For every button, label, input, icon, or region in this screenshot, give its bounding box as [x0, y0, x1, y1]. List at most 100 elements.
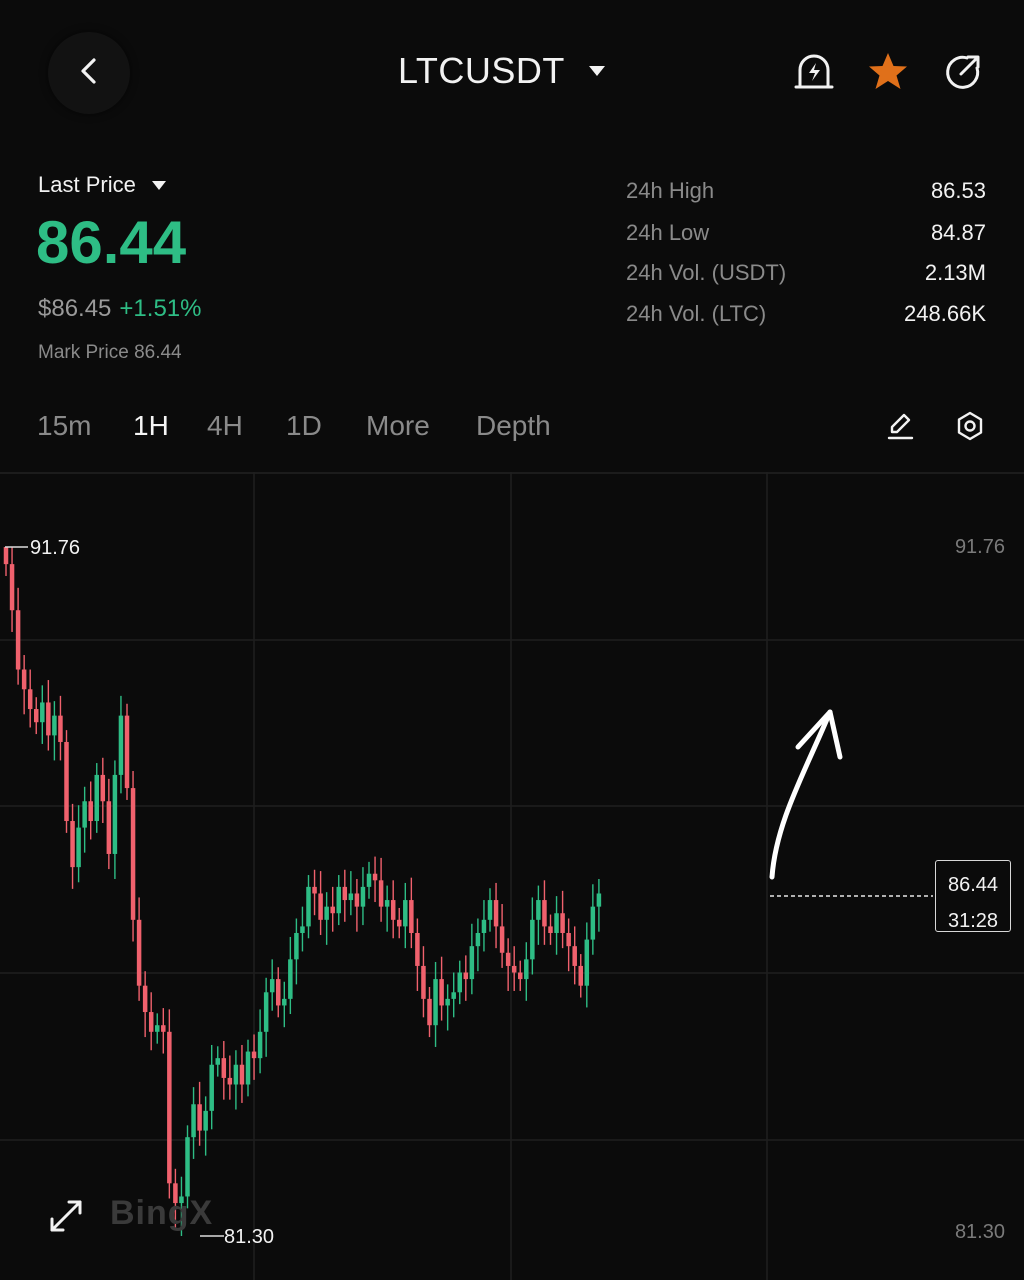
candle-up — [215, 1058, 220, 1065]
candle-down — [21, 669, 27, 690]
candle-down — [148, 1012, 154, 1032]
candle-up — [282, 998, 287, 1006]
tab-depth[interactable]: Depth — [476, 410, 551, 442]
alert-bell-icon[interactable] — [792, 50, 836, 94]
candle-up — [596, 893, 602, 907]
candle-up — [481, 919, 487, 933]
candle-down — [161, 1025, 166, 1032]
pair-selector[interactable]: LTCUSDT — [398, 50, 605, 92]
candle-up — [233, 1064, 239, 1085]
candle-up — [306, 886, 311, 927]
candle-up — [487, 900, 493, 920]
price-change: +1.51% — [119, 295, 202, 322]
candle-down — [511, 965, 517, 973]
candle-down — [251, 1051, 257, 1059]
candle-up — [445, 998, 450, 1006]
candle-up — [433, 979, 438, 1026]
candle-up — [360, 886, 366, 907]
candle-up — [403, 900, 408, 927]
candle-down — [167, 1031, 172, 1184]
mark-price: Mark Price 86.44 — [38, 342, 182, 363]
candle-down — [493, 900, 499, 927]
candle-up — [76, 827, 81, 868]
tab-1h[interactable]: 1H — [133, 410, 169, 442]
candle-down — [390, 900, 396, 920]
candle-down — [58, 715, 63, 742]
candle-down — [397, 919, 402, 927]
candle-up — [118, 715, 124, 775]
candle-down — [124, 715, 130, 789]
expand-icon[interactable] — [46, 1196, 86, 1236]
candlestick-chart[interactable]: 91.76 81.30 91.76 81.30 — [0, 472, 1024, 1280]
candle-down — [130, 788, 136, 920]
candle-up — [348, 893, 354, 901]
axis-bottom-label: 81.30 — [955, 1221, 1005, 1243]
current-price-box: 86.44 31:28 — [935, 860, 1011, 932]
stat-value-low: 84.87 — [930, 220, 986, 245]
candle-down — [136, 919, 142, 986]
candle-down — [518, 972, 523, 980]
stat-label-high: 24h High — [626, 178, 715, 203]
candle-down — [318, 893, 323, 920]
candle-up — [300, 926, 305, 933]
stat-value-vol-usdt: 2.13M — [924, 260, 986, 285]
candle-up — [475, 932, 481, 947]
candle-down — [427, 998, 432, 1026]
tab-15m[interactable]: 15m — [37, 410, 91, 442]
candle-up — [554, 913, 559, 933]
last-price-dropdown[interactable]: Last Price — [38, 172, 166, 198]
candle-down — [221, 1058, 227, 1078]
settings-hex-icon[interactable] — [952, 408, 988, 444]
candle-down — [276, 979, 281, 1006]
watermark-logo: BingX — [110, 1194, 214, 1232]
candle-down — [9, 564, 15, 611]
tab-4h[interactable]: 4H — [207, 410, 243, 442]
candle-down — [499, 926, 505, 953]
stat-value-high: 86.53 — [930, 178, 986, 203]
candle-up — [457, 972, 462, 993]
stat-value-vol-ltc: 248.66K — [904, 301, 986, 326]
candle-up — [530, 919, 535, 960]
candle-up — [245, 1051, 251, 1085]
candle-down — [312, 886, 317, 894]
candle-up — [384, 900, 390, 907]
tab-1d[interactable]: 1D — [286, 410, 322, 442]
candle-down — [572, 946, 577, 966]
candle-down — [560, 913, 565, 933]
candle-down — [415, 932, 420, 966]
star-icon[interactable] — [866, 50, 910, 94]
pair-name: LTCUSDT — [398, 50, 565, 91]
edit-pencil-icon[interactable] — [882, 408, 918, 444]
candle-up — [451, 992, 456, 999]
candle-down — [70, 821, 75, 868]
candle-down — [3, 547, 9, 565]
axis-top-label: 91.76 — [955, 536, 1005, 558]
candle-countdown: 31:28 — [947, 910, 999, 932]
chart-grid — [0, 472, 1024, 1280]
stat-label-low: 24h Low — [626, 220, 710, 245]
candle-down — [239, 1064, 245, 1085]
candle-down — [566, 932, 571, 947]
candle-up — [524, 959, 529, 980]
share-icon[interactable] — [941, 50, 985, 94]
candle-up — [191, 1104, 196, 1138]
candle-up — [590, 906, 596, 940]
tab-more[interactable]: More — [366, 410, 430, 442]
candle-down — [463, 972, 469, 980]
candle-up — [94, 774, 99, 822]
candle-up — [40, 702, 45, 723]
candle-up — [52, 715, 57, 736]
candle-up — [263, 992, 269, 1032]
candle-down — [46, 702, 51, 736]
candle-down — [421, 965, 426, 999]
candle-down — [27, 689, 33, 710]
candle-down — [342, 886, 348, 901]
candle-up — [584, 939, 590, 986]
back-button[interactable] — [48, 32, 130, 114]
candle-up — [324, 906, 329, 920]
candle-down — [88, 801, 93, 822]
candle-up — [269, 979, 275, 993]
candle-down — [227, 1077, 233, 1085]
candle-down — [548, 926, 553, 933]
candle-up — [257, 1031, 263, 1059]
